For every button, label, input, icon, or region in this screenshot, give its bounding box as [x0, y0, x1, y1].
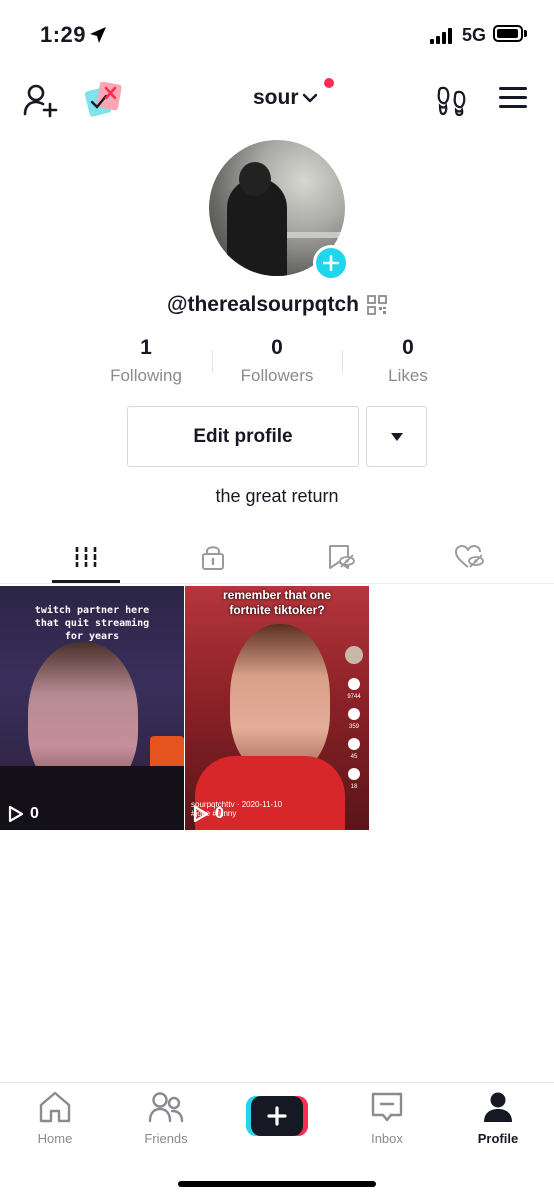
view-count: 0: [193, 805, 224, 823]
likes-count: 0: [402, 336, 414, 359]
battery-icon: [493, 25, 523, 42]
home-indicator: [178, 1181, 376, 1187]
sticker-icon[interactable]: [84, 80, 122, 118]
notification-dot: [324, 78, 334, 88]
tab-videos[interactable]: [17, 530, 155, 584]
tab-private[interactable]: [144, 530, 282, 584]
edit-profile-button[interactable]: Edit profile: [127, 406, 359, 467]
tab-liked[interactable]: [400, 530, 538, 584]
nav-home[interactable]: Home: [0, 1091, 110, 1146]
heart-hidden-icon: [455, 545, 484, 568]
play-icon: [193, 805, 209, 823]
comment-icon: [348, 708, 360, 720]
handle-row: @therealsourpqtch: [0, 290, 554, 320]
profile-bio: the great return: [215, 486, 339, 506]
nav-profile[interactable]: Profile: [443, 1091, 553, 1146]
video-caption: remember that one fortnite tiktoker?: [222, 588, 332, 617]
view-count: 0: [8, 805, 39, 823]
plus-icon: [323, 255, 339, 271]
likes-label: Likes: [388, 366, 428, 385]
profile-stats: 1 Following 0 Followers 0 Likes: [90, 336, 464, 392]
followers-count: 0: [271, 336, 283, 359]
followers-label: Followers: [240, 366, 314, 385]
stat-divider: [212, 350, 213, 372]
video-caption: twitch partner here that quit streaming …: [34, 605, 150, 642]
followers-stat[interactable]: 0 Followers: [221, 336, 333, 386]
heart-icon: [348, 678, 360, 690]
status-bar: 1:29 5G: [0, 0, 554, 70]
status-time: 1:29: [40, 22, 87, 47]
signal-icon: [430, 28, 454, 44]
video-grid: twitch partner here that quit streaming …: [0, 586, 554, 830]
nav-friends[interactable]: Friends: [111, 1091, 221, 1146]
grid-icon: [74, 547, 98, 567]
content-tabs: [0, 530, 554, 584]
stat-divider: [342, 350, 343, 372]
share-icon: [348, 768, 360, 780]
nav-inbox[interactable]: Inbox: [332, 1091, 442, 1146]
footprint-icon[interactable]: [436, 84, 468, 116]
more-options-button[interactable]: [366, 406, 427, 467]
friends-icon: [148, 1092, 184, 1123]
create-plus-icon: [267, 1106, 287, 1126]
author-avatar-icon: [345, 646, 363, 664]
network-label: 5G: [462, 25, 487, 45]
inbox-icon: [371, 1092, 403, 1122]
bookmark-hidden-icon: [329, 545, 355, 569]
add-avatar-button[interactable]: [313, 245, 349, 281]
home-icon: [39, 1091, 71, 1123]
chevron-down-icon: [302, 93, 317, 103]
location-arrow-icon: [90, 27, 106, 43]
following-stat[interactable]: 1 Following: [90, 336, 202, 386]
username-label: sour: [253, 86, 299, 109]
caret-down-icon: [390, 432, 403, 441]
video-thumbnail[interactable]: remember that one fortnite tiktoker? 974…: [185, 586, 369, 830]
profile-icon: [484, 1092, 512, 1122]
add-friend-icon[interactable]: [22, 82, 58, 118]
following-count: 1: [140, 336, 152, 359]
create-button[interactable]: [246, 1096, 308, 1136]
active-tab-indicator: [52, 580, 120, 583]
video-thumbnail[interactable]: twitch partner here that quit streaming …: [0, 586, 184, 830]
lock-icon: [202, 546, 224, 570]
likes-stat[interactable]: 0 Likes: [352, 336, 464, 386]
following-label: Following: [110, 366, 182, 385]
video-side-actions: 9744 359 45 18: [343, 646, 365, 798]
battery-tip: [524, 30, 527, 37]
top-nav: sour: [0, 70, 554, 130]
menu-icon[interactable]: [499, 87, 527, 109]
profile-handle: @therealsourpqtch: [166, 293, 359, 316]
account-switcher[interactable]: sour: [253, 86, 317, 110]
bookmark-icon: [348, 738, 360, 750]
play-icon: [8, 805, 24, 823]
qr-code-icon[interactable]: [367, 295, 387, 315]
tab-favorites[interactable]: [272, 530, 410, 584]
